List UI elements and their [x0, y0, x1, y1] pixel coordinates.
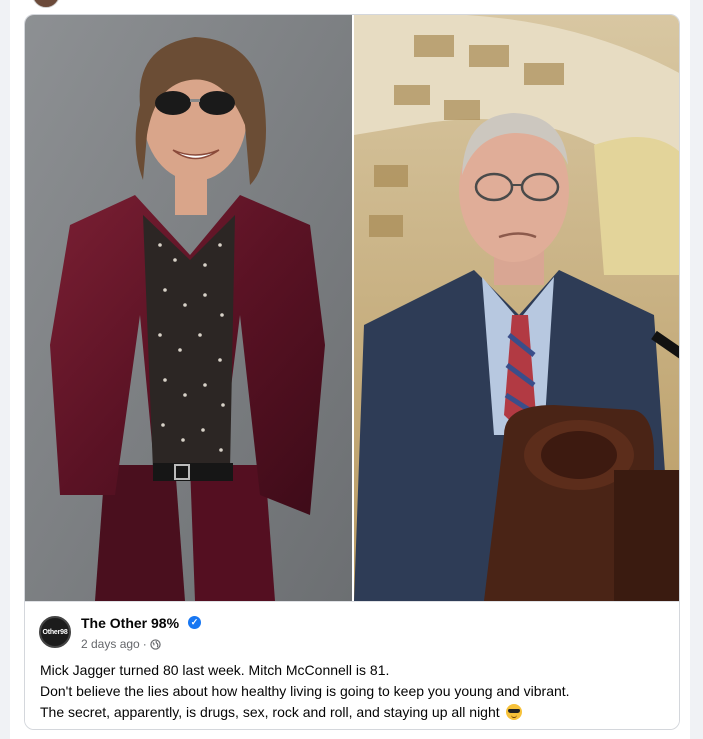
page-name-link[interactable]: The Other 98% — [81, 615, 179, 631]
avatar-text: Other98 — [42, 628, 68, 636]
post-image[interactable] — [25, 15, 679, 601]
sharer-avatar[interactable] — [32, 0, 60, 8]
post-message: Mick Jagger turned 80 last week. Mitch M… — [40, 660, 670, 723]
post-line-1: Mick Jagger turned 80 last week. Mitch M… — [40, 662, 390, 678]
post-line-3-text: The secret, apparently, is drugs, sex, r… — [40, 704, 500, 720]
post-timestamp[interactable]: 2 days ago — [81, 637, 140, 651]
post-footer: Other98 The Other 98% ✓ 2 days ago · Mic… — [25, 601, 679, 729]
page-avatar[interactable]: Other98 — [39, 616, 71, 648]
scrollbar[interactable] — [691, 0, 703, 739]
meta-separator: · — [142, 637, 147, 651]
smiling-face-with-sunglasses-icon — [505, 704, 522, 720]
shared-post-card[interactable]: Other98 The Other 98% ✓ 2 days ago · Mic… — [24, 14, 680, 730]
verified-badge-icon: ✓ — [188, 616, 201, 629]
globe-icon[interactable] — [150, 638, 161, 650]
photo-left-jagger — [25, 15, 352, 601]
photo-right-mcconnell — [352, 15, 679, 601]
post-line-2: Don't believe the lies about how healthy… — [40, 683, 570, 699]
post-line-3: The secret, apparently, is drugs, sex, r… — [40, 702, 670, 723]
feed-post: Other98 The Other 98% ✓ 2 days ago · Mic… — [10, 0, 690, 739]
post-meta: 2 days ago · — [81, 637, 161, 651]
